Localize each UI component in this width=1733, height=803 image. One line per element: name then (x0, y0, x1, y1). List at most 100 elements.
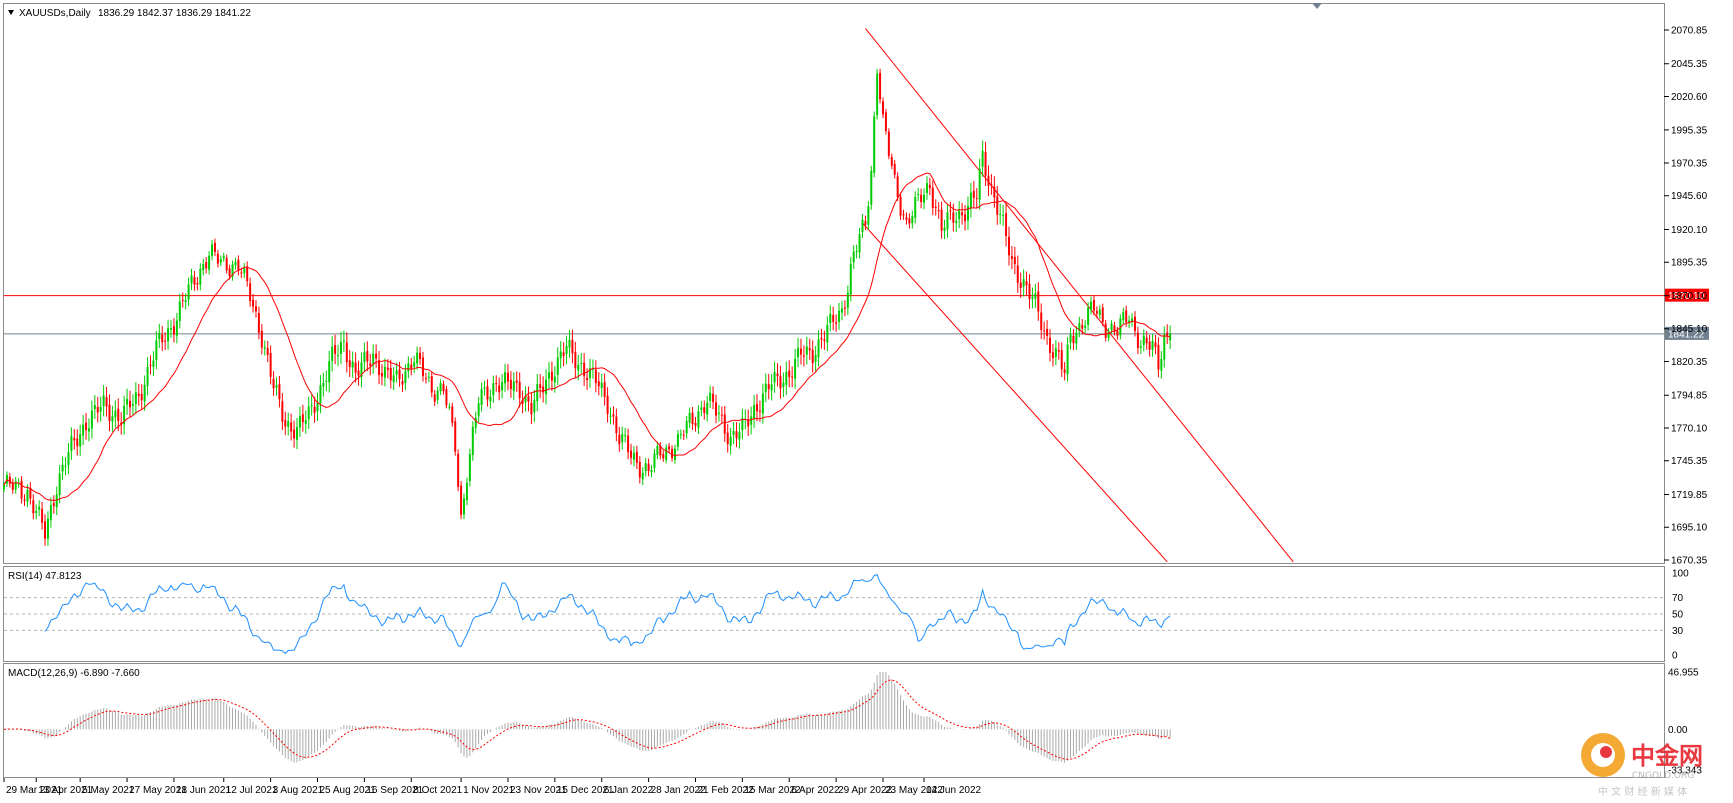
candle-body (339, 342, 342, 354)
candle-body (436, 390, 439, 400)
candle-body (228, 268, 231, 277)
candle-body (439, 383, 442, 392)
candle-body (928, 184, 931, 189)
candle-body (442, 384, 445, 392)
price-tick-label: 2070.85 (1671, 26, 1708, 37)
candle-body (553, 376, 556, 383)
candle-body (509, 379, 512, 390)
candle-body (319, 385, 322, 404)
candle-body (1007, 236, 1010, 256)
macd-pane[interactable] (3, 663, 1665, 778)
candle-body (252, 299, 255, 307)
candle-body (82, 424, 85, 436)
candle-body (884, 112, 887, 131)
ohlc-label: 1836.29 1842.37 1836.29 1841.22 (98, 8, 251, 19)
candle-body (328, 361, 331, 383)
candle-body (776, 373, 779, 377)
candle-body (627, 435, 630, 453)
candle-body (512, 381, 515, 391)
candle-body (87, 428, 90, 432)
candle-body (240, 272, 243, 274)
candle-body (211, 244, 214, 256)
candle-body (700, 407, 703, 410)
rsi-tick-label: 70 (1672, 593, 1684, 604)
candle-body (785, 371, 788, 385)
candle-body (770, 384, 773, 391)
candle-body (246, 266, 249, 282)
candle-body (73, 438, 76, 441)
candle-body (451, 406, 454, 423)
candle-body (85, 422, 88, 431)
candle-body (1081, 324, 1084, 329)
candle-body (1157, 344, 1160, 370)
candle-body (357, 370, 360, 376)
candle-body (981, 150, 984, 167)
candle-body (1125, 310, 1128, 323)
candle-body (609, 415, 612, 417)
candle-body (96, 407, 99, 413)
candle-body (184, 300, 187, 303)
time-tick-label: 12 Jul 2021 (226, 785, 278, 796)
candle-body (864, 221, 867, 225)
candle-body (969, 192, 972, 208)
candle-body (911, 216, 914, 224)
price-tick-label: 1945.60 (1671, 191, 1708, 202)
candle-body (574, 351, 577, 369)
candle-body (222, 256, 225, 259)
time-tick-label: 3 Aug 2021 (273, 785, 324, 796)
candle-body (852, 251, 855, 263)
watermark: 中金网 CNGOLD.ORG 中 文 财 经 新 媒 体 (1581, 733, 1703, 798)
macd-tick-label: 46.955 (1668, 668, 1699, 679)
candle-body (758, 410, 761, 412)
candle-body (545, 379, 548, 395)
candle-body (1098, 309, 1101, 315)
candle-body (641, 472, 644, 480)
candle-body (797, 347, 800, 358)
candle-body (767, 384, 770, 390)
candle-body (416, 352, 419, 364)
price-pane[interactable] (3, 3, 1665, 564)
candle-body (401, 381, 404, 385)
candle-body (550, 371, 553, 381)
price-tick-label: 2020.60 (1671, 92, 1708, 103)
candle-body (668, 446, 671, 450)
candle-body (773, 371, 776, 383)
candle-body (794, 359, 797, 379)
candle-body (972, 190, 975, 198)
candle-body (372, 353, 375, 365)
candle-body (1002, 215, 1005, 217)
watermark-brand: 中金网 (1631, 742, 1703, 770)
candle-body (175, 320, 178, 336)
price-tick-label: 1670.35 (1671, 556, 1708, 567)
candle-body (298, 415, 301, 428)
candle-body (729, 436, 732, 446)
time-tick-label: 8 Oct 2021 (413, 785, 462, 796)
candle-body (1160, 359, 1163, 371)
candle-body (1040, 312, 1043, 330)
candle-body (923, 194, 926, 203)
candle-body (527, 396, 530, 402)
candle-body (1057, 350, 1060, 352)
candle-body (814, 355, 817, 362)
candle-body (530, 402, 533, 415)
candle-body (205, 262, 208, 269)
candle-body (565, 345, 568, 355)
candle-body (386, 367, 389, 370)
candle-body (867, 206, 870, 225)
candle-body (882, 101, 884, 115)
candle-body (600, 382, 603, 388)
price-tick-label: 1794.85 (1671, 391, 1708, 402)
candle-body (331, 346, 334, 362)
candle-body (474, 417, 477, 428)
candle-body (805, 346, 808, 355)
candle-body (879, 72, 882, 100)
price-tick-label: 2045.35 (1671, 59, 1708, 70)
candle-body (369, 363, 372, 366)
candle-body (811, 349, 814, 364)
candle-body (1148, 341, 1151, 350)
candle (457, 449, 460, 492)
candle-body (489, 396, 492, 402)
candle-body (1095, 310, 1098, 314)
candle-body (1019, 282, 1022, 288)
price-tick-label: 1870.10 (1671, 291, 1708, 302)
